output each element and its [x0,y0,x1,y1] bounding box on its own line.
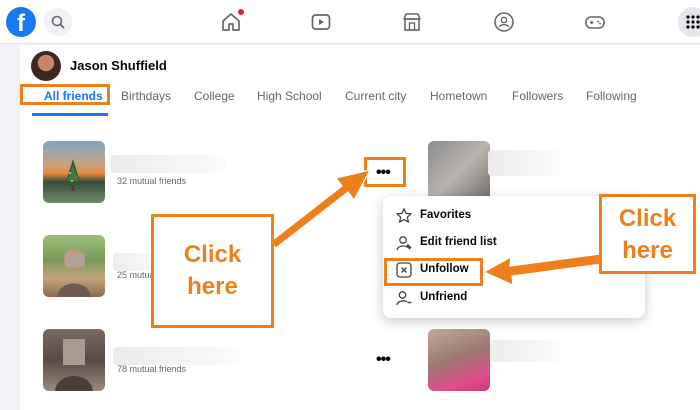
blurred-friend-name[interactable] [113,347,241,365]
blurred-friend-name[interactable] [488,150,560,176]
callout-line: Click [183,241,242,268]
mutual-friends-count: 78 mutual friends [117,364,187,374]
tab-highlight-annotation [20,84,110,105]
menu-item-label: Favorites [420,209,472,221]
tab-hometown[interactable]: Hometown [430,89,487,103]
tab-following[interactable]: Following [586,89,637,103]
friend-photo[interactable] [43,141,105,203]
callout-line: here [622,237,673,264]
more-options-highlight [364,157,406,187]
grid-menu-icon [686,15,700,29]
blurred-friend-name[interactable] [110,155,226,173]
edit-friend-list-icon [396,236,412,251]
tab-followers[interactable]: Followers [512,89,563,103]
more-options-button[interactable]: ••• [376,351,391,369]
person-image [55,339,93,391]
top-navigation-bar: f [0,0,700,44]
tab-birthdays[interactable]: Birthdays [121,89,171,103]
tab-high-school[interactable]: High School [257,89,322,103]
friend-photo[interactable] [428,329,490,391]
callout-line: Click [618,205,677,232]
unfriend-icon [396,291,412,306]
tree-image [65,159,81,191]
click-here-callout: Click here [151,214,274,328]
tab-college[interactable]: College [194,89,235,103]
search-button[interactable] [44,8,72,36]
friend-photo[interactable] [43,329,105,391]
unfollow-highlight [384,258,483,286]
gaming-icon[interactable] [584,11,606,33]
tab-current-city[interactable]: Current city [345,89,406,103]
menu-item-label: Edit friend list [420,236,497,248]
callout-line: here [187,273,238,300]
menu-button[interactable] [678,7,700,37]
friend-photo[interactable] [43,235,105,297]
marketplace-icon[interactable] [401,11,423,33]
video-icon[interactable] [310,11,332,33]
profile-name[interactable]: Jason Shuffield [70,58,167,73]
menu-item-unfriend[interactable]: Unfriend [395,287,635,311]
facebook-logo[interactable]: f [6,7,36,37]
person-image [57,249,91,297]
active-tab-underline [32,113,108,116]
avatar[interactable] [31,51,61,81]
search-icon [51,15,65,29]
blurred-friend-name[interactable] [490,340,560,362]
mutual-friends-count: 32 mutual friends [117,176,187,186]
menu-item-label: Unfriend [420,291,468,303]
friend-photo[interactable] [428,141,490,203]
star-icon [396,208,412,223]
notification-dot [238,9,244,15]
groups-icon[interactable] [493,11,515,33]
click-here-callout: Click here [599,194,696,274]
